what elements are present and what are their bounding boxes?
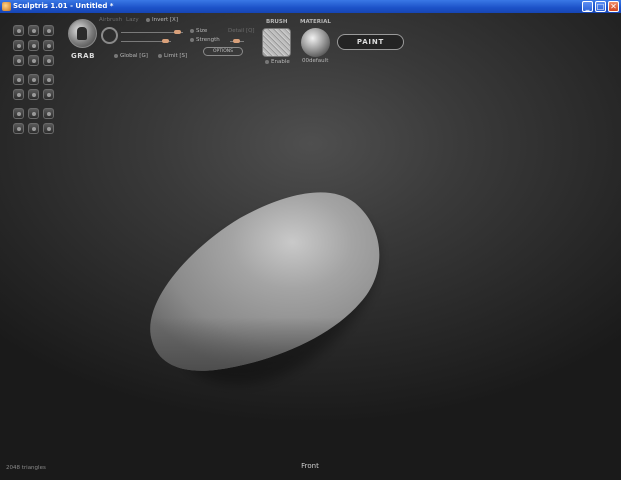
triangle-count: 2048 triangles xyxy=(6,465,46,471)
app-icon[interactable] xyxy=(2,2,11,11)
title-bar: Sculptris 1.01 - Untitled * _ □ ✕ xyxy=(0,0,621,13)
minimize-button[interactable]: _ xyxy=(582,1,593,12)
close-button[interactable]: ✕ xyxy=(608,1,619,12)
maximize-button[interactable]: □ xyxy=(595,1,606,12)
window-title: Sculptris 1.01 - Untitled * xyxy=(13,2,114,10)
3d-viewport[interactable]: GRAB Airbrush Lazy Invert [X] Size Detai… xyxy=(0,13,621,480)
sculpt-model[interactable] xyxy=(0,13,621,480)
view-name: Front xyxy=(301,462,319,470)
